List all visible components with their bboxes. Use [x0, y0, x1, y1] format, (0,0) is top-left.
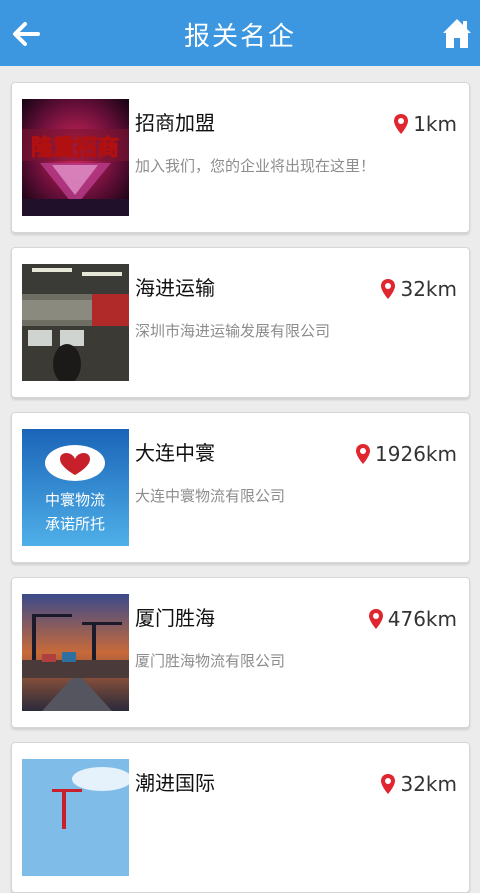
company-thumbnail: [22, 264, 129, 381]
company-description: 深圳市海进运输发展有限公司: [135, 322, 331, 340]
thumbnail-text: 中寰物流: [45, 491, 105, 509]
company-name: 厦门胜海: [135, 606, 215, 630]
company-name: 招商加盟: [135, 111, 215, 135]
home-icon: [443, 19, 471, 48]
distance-value: 1km: [413, 112, 457, 136]
company-card[interactable]: 海进运输 32km 深圳市海进运输发展有限公司: [11, 247, 470, 398]
header-bar: 报关名企: [0, 0, 480, 66]
company-thumbnail: [22, 759, 129, 876]
thumbnail-text: 承诺所托: [45, 515, 105, 533]
company-description: 加入我们，您的企业将出现在这里！: [135, 157, 376, 175]
company-thumbnail: [22, 594, 129, 711]
company-thumbnail: 隆重招商: [22, 99, 129, 216]
location-pin-icon: [381, 774, 396, 794]
company-name: 海进运输: [135, 276, 215, 300]
thumbnail-text: 隆重招商: [31, 135, 119, 161]
distance: 476km: [368, 606, 457, 632]
home-button[interactable]: [442, 16, 472, 50]
page-title: 报关名企: [183, 22, 296, 52]
location-pin-icon: [381, 279, 396, 299]
location-pin-icon: [356, 444, 371, 464]
distance-value: 476km: [387, 607, 457, 631]
company-description: 厦门胜海物流有限公司: [135, 652, 286, 670]
company-thumbnail: 中寰物流 承诺所托: [22, 429, 129, 546]
distance-value: 32km: [400, 772, 457, 796]
distance: 1926km: [355, 441, 457, 467]
company-name: 潮进国际: [135, 771, 215, 795]
distance: 32km: [380, 771, 457, 797]
company-card[interactable]: 隆重招商 招商加盟 1km 加入我们，您的企业将出现在这里！: [11, 82, 470, 233]
distance: 32km: [380, 276, 457, 302]
distance-value: 1926km: [375, 442, 457, 466]
distance: 1km: [393, 111, 457, 137]
company-card[interactable]: 厦门胜海 476km 厦门胜海物流有限公司: [11, 577, 470, 728]
location-pin-icon: [394, 114, 409, 134]
company-description: 大连中寰物流有限公司: [135, 487, 286, 505]
distance-value: 32km: [400, 277, 457, 301]
company-name: 大连中寰: [135, 441, 215, 465]
company-card[interactable]: 中寰物流 承诺所托 大连中寰 1926km 大连中寰物流有限公司: [11, 412, 470, 563]
company-card[interactable]: 潮进国际 32km: [11, 742, 470, 893]
location-pin-icon: [368, 609, 383, 629]
